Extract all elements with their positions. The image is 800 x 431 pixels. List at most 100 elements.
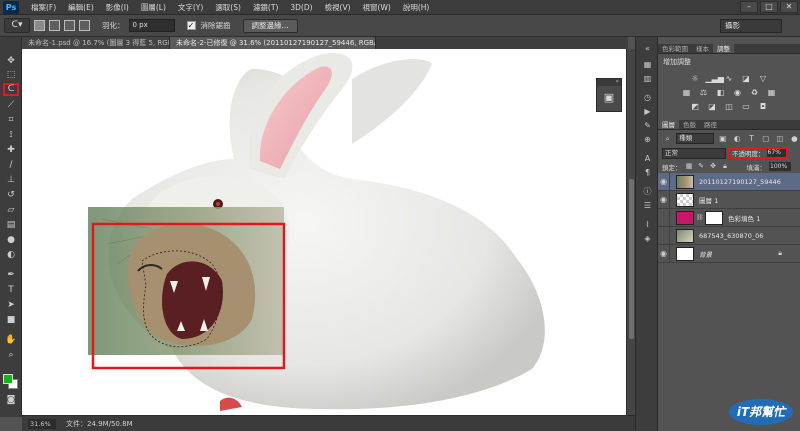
menu-type[interactable]: 文字(Y)	[172, 2, 209, 13]
posterize-icon[interactable]: ◪	[706, 101, 719, 112]
subtract-from-selection-icon[interactable]	[64, 20, 75, 31]
eye-hidden-icon[interactable]	[658, 226, 670, 245]
eyedropper-tool-icon[interactable]: ⟟	[3, 129, 19, 142]
brush-tool-icon[interactable]: ∕	[3, 159, 19, 172]
gradient-map-icon[interactable]: ▭	[740, 101, 753, 112]
hue-saturation-icon[interactable]: ▦	[680, 87, 693, 98]
vertical-scrollbar[interactable]	[626, 49, 635, 415]
tab-document-1[interactable]: 未命名-1.psd @ 16.7% (圖層 3 得藍 5, RGB/8) *	[22, 37, 170, 49]
menu-edit[interactable]: 編輯(E)	[62, 2, 100, 13]
layer-row[interactable]: ◉ 20110127190127_59446	[658, 172, 800, 191]
channel-mixer-icon[interactable]: ♻	[748, 87, 761, 98]
collapse-arrows-icon[interactable]: »	[597, 79, 621, 86]
tool-preset-picker[interactable]: ᑕ▾	[4, 18, 30, 33]
layer-kind-select[interactable]: 種類	[676, 132, 715, 144]
scrollbar-thumb[interactable]	[629, 179, 634, 339]
type-tool-icon[interactable]: T	[3, 284, 19, 297]
floating-mini-panel[interactable]: » ▣	[596, 78, 622, 112]
type-filter-icon[interactable]: T	[746, 133, 757, 144]
menu-select[interactable]: 選取(S)	[209, 2, 247, 13]
quick-mask-icon[interactable]: ◙	[3, 394, 19, 407]
pixel-filter-icon[interactable]: ▣	[717, 133, 728, 144]
add-to-selection-icon[interactable]	[49, 20, 60, 31]
pen-tool-icon[interactable]: ✒	[3, 269, 19, 282]
shape-tool-icon[interactable]: ■	[3, 314, 19, 327]
blur-tool-icon[interactable]: ●	[3, 234, 19, 247]
invert-icon[interactable]: ◩	[689, 101, 702, 112]
character-panel-icon[interactable]: A	[641, 153, 654, 164]
shape-filter-icon[interactable]: ▢	[760, 133, 771, 144]
tab-layers[interactable]: 圖層	[658, 120, 679, 129]
menu-image[interactable]: 影像(I)	[100, 2, 135, 13]
dodge-tool-icon[interactable]: ◐	[3, 249, 19, 262]
smart-object-filter-icon[interactable]: ◫	[774, 133, 785, 144]
clone-stamp-tool-icon[interactable]: ⊥	[3, 174, 19, 187]
close-button[interactable]: ✕	[780, 1, 798, 13]
levels-icon[interactable]: ▁▃▅	[706, 73, 724, 84]
opacity-input[interactable]: 67%	[766, 149, 786, 157]
threshold-icon[interactable]: ◫	[723, 101, 736, 112]
history-brush-tool-icon[interactable]: ↺	[3, 189, 19, 202]
paragraph-panel-icon[interactable]: ¶	[641, 167, 654, 178]
menu-window[interactable]: 視窗(W)	[357, 2, 397, 13]
3d-panel-icon[interactable]: ◈	[641, 233, 654, 244]
crop-tool-icon[interactable]: ⌗	[3, 114, 19, 127]
document-canvas[interactable]	[22, 49, 626, 415]
filter-toggle-icon[interactable]: ●	[789, 133, 800, 144]
menu-help[interactable]: 說明(H)	[397, 2, 436, 13]
color-panel-icon[interactable]: ▦	[641, 59, 654, 70]
eye-icon[interactable]: ◉	[658, 244, 670, 263]
tab-adjustments[interactable]: 調整	[713, 44, 734, 53]
tab-samples[interactable]: 樣本	[692, 44, 713, 53]
actions-panel-icon[interactable]: ▶	[641, 106, 654, 117]
color-lookup-icon[interactable]: ▦	[765, 87, 778, 98]
brush-panel-icon[interactable]: ✎	[641, 120, 654, 131]
gradient-tool-icon[interactable]: ▤	[3, 219, 19, 232]
layer-row[interactable]: ⛓ 色彩填色 1	[658, 208, 800, 227]
layer-row[interactable]: ◉ 背景 🔒︎	[658, 244, 800, 263]
lock-position-icon[interactable]: ✥	[709, 162, 718, 171]
black-white-icon[interactable]: ◧	[714, 87, 727, 98]
healing-brush-tool-icon[interactable]: ✚	[3, 144, 19, 157]
menu-view[interactable]: 檢視(V)	[319, 2, 357, 13]
path-selection-tool-icon[interactable]: ➤	[3, 299, 19, 312]
eye-icon[interactable]: ◉	[658, 190, 670, 209]
tab-document-2[interactable]: 未命名-2-已修復 @ 31.6% (20110127190127_59446,…	[170, 37, 376, 49]
color-balance-icon[interactable]: ⚖	[697, 87, 710, 98]
curves-icon[interactable]: ∿	[723, 73, 736, 84]
lock-transparent-icon[interactable]: ▦	[685, 162, 694, 171]
quick-select-tool-icon[interactable]: ⟋	[3, 99, 19, 112]
foreground-color-swatch[interactable]	[3, 374, 13, 384]
blend-mode-select[interactable]: 正常	[662, 147, 726, 159]
adjustment-filter-icon[interactable]: ◐	[732, 133, 743, 144]
properties-panel-icon[interactable]: ☰	[641, 200, 654, 211]
lock-all-icon[interactable]: 🔒︎	[721, 162, 730, 171]
eye-icon[interactable]: ◉	[658, 172, 670, 191]
photo-filter-icon[interactable]: ◉	[731, 87, 744, 98]
menu-layer[interactable]: 圖層(L)	[135, 2, 172, 13]
eraser-tool-icon[interactable]: ▱	[3, 204, 19, 217]
refine-edge-button[interactable]: 調整邊緣...	[242, 18, 298, 33]
fill-input[interactable]: 100%	[769, 162, 791, 171]
tab-color-range[interactable]: 色彩範圍	[658, 44, 692, 53]
info-panel-icon[interactable]: ⓘ	[641, 186, 654, 197]
zoom-tool-icon[interactable]: ⌕	[3, 349, 19, 362]
tab-paths[interactable]: 路徑	[700, 120, 721, 129]
lasso-tool-icon[interactable]: ᑕ	[3, 83, 19, 96]
history-panel-icon[interactable]: ◷	[641, 92, 654, 103]
antialias-checkbox[interactable]: ✓	[186, 21, 196, 30]
eye-hidden-icon[interactable]	[658, 208, 670, 227]
vibrance-icon[interactable]: ▽	[757, 73, 770, 84]
feather-input[interactable]: 0 px	[128, 19, 175, 32]
minimize-button[interactable]: –	[740, 1, 758, 13]
new-selection-icon[interactable]	[34, 20, 45, 31]
maximize-button[interactable]: □	[760, 1, 778, 13]
lock-pixels-icon[interactable]: ✎	[697, 162, 706, 171]
tab-channels[interactable]: 色版	[679, 120, 700, 129]
zoom-level[interactable]: 31.6%	[28, 418, 56, 429]
menu-filter[interactable]: 濾鏡(T)	[247, 2, 284, 13]
menu-3d[interactable]: 3D(D)	[284, 3, 318, 12]
workspace-select[interactable]: 攝影	[720, 19, 782, 33]
swatches-panel-icon[interactable]: ▥	[641, 73, 654, 84]
paths-panel-icon[interactable]: ⌇	[641, 219, 654, 230]
